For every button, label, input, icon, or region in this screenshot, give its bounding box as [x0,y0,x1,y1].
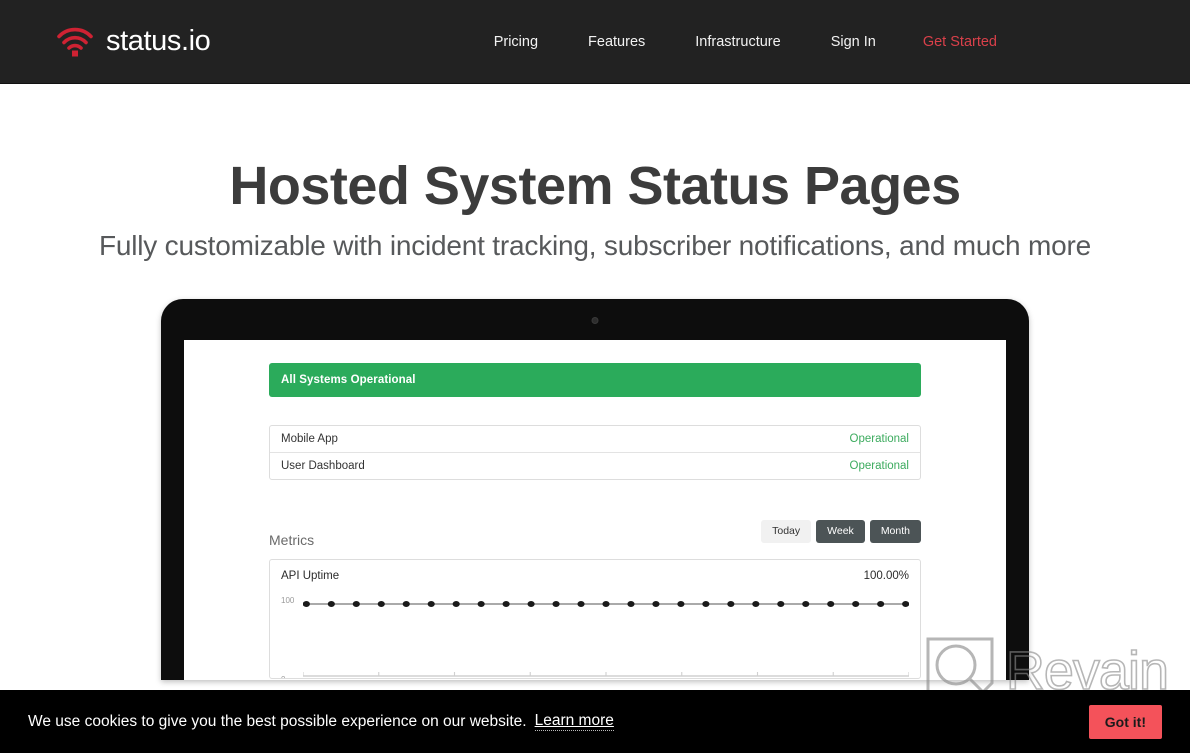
tablet-screen: All Systems Operational Mobile App Opera… [184,340,1006,681]
list-item[interactable]: User Dashboard Operational [270,452,920,479]
service-status: Operational [849,460,909,473]
wifi-icon [56,27,94,57]
list-item[interactable]: Mobile App Operational [270,426,920,452]
nav-link-infrastructure[interactable]: Infrastructure [670,34,805,50]
cookie-consent-bar: We use cookies to give you the best poss… [0,690,1190,753]
camera-icon [591,317,599,325]
service-status: Operational [849,433,909,446]
range-button-month[interactable]: Month [869,520,921,543]
range-button-today[interactable]: Today [761,520,812,543]
metric-header: API Uptime 100.00% [281,570,909,582]
service-name: User Dashboard [281,460,365,473]
chart-plot-area [303,600,909,678]
nav-link-sign-in[interactable]: Sign In [806,34,901,50]
uptime-chart: 100 0 [281,596,909,678]
range-button-week[interactable]: Week [816,520,865,543]
page-title: Hosted System Status Pages [229,156,961,216]
services-list: Mobile App Operational User Dashboard Op… [269,425,921,481]
metric-value: 100.00% [863,570,909,583]
metrics-header: Metrics Today Week Month [269,520,921,549]
cookie-message: We use cookies to give you the best poss… [28,712,527,730]
nav-link-pricing[interactable]: Pricing [469,34,563,50]
brand-logo[interactable]: status.io [56,25,211,58]
accept-cookies-button[interactable]: Got it! [1088,704,1162,739]
brand-name: status.io [106,25,211,57]
metrics-label: Metrics [269,532,315,549]
status-badge: All Systems Operational [269,363,921,398]
metric-card: API Uptime 100.00% 100 0 [269,559,921,680]
page-subtitle: Fully customizable with incident trackin… [98,230,1092,262]
chart-ytick-top: 100 [281,596,295,606]
hero-section: Hosted System Status Pages Fully customi… [0,84,1190,262]
chart-ytick-bottom: 0 [281,675,285,678]
tablet-frame: All Systems Operational Mobile App Opera… [161,299,1029,681]
tablet-mockup: All Systems Operational Mobile App Opera… [161,299,1029,681]
range-toggle-group: Today Week Month [761,520,921,543]
main-nav: Pricing Features Infrastructure Sign In … [469,34,997,50]
site-header: status.io Pricing Features Infrastructur… [0,0,1190,84]
metric-name: API Uptime [281,570,340,583]
nav-link-get-started[interactable]: Get Started [901,34,997,50]
service-name: Mobile App [281,433,338,446]
nav-link-features[interactable]: Features [563,34,670,50]
learn-more-link[interactable]: Learn more [534,712,614,731]
